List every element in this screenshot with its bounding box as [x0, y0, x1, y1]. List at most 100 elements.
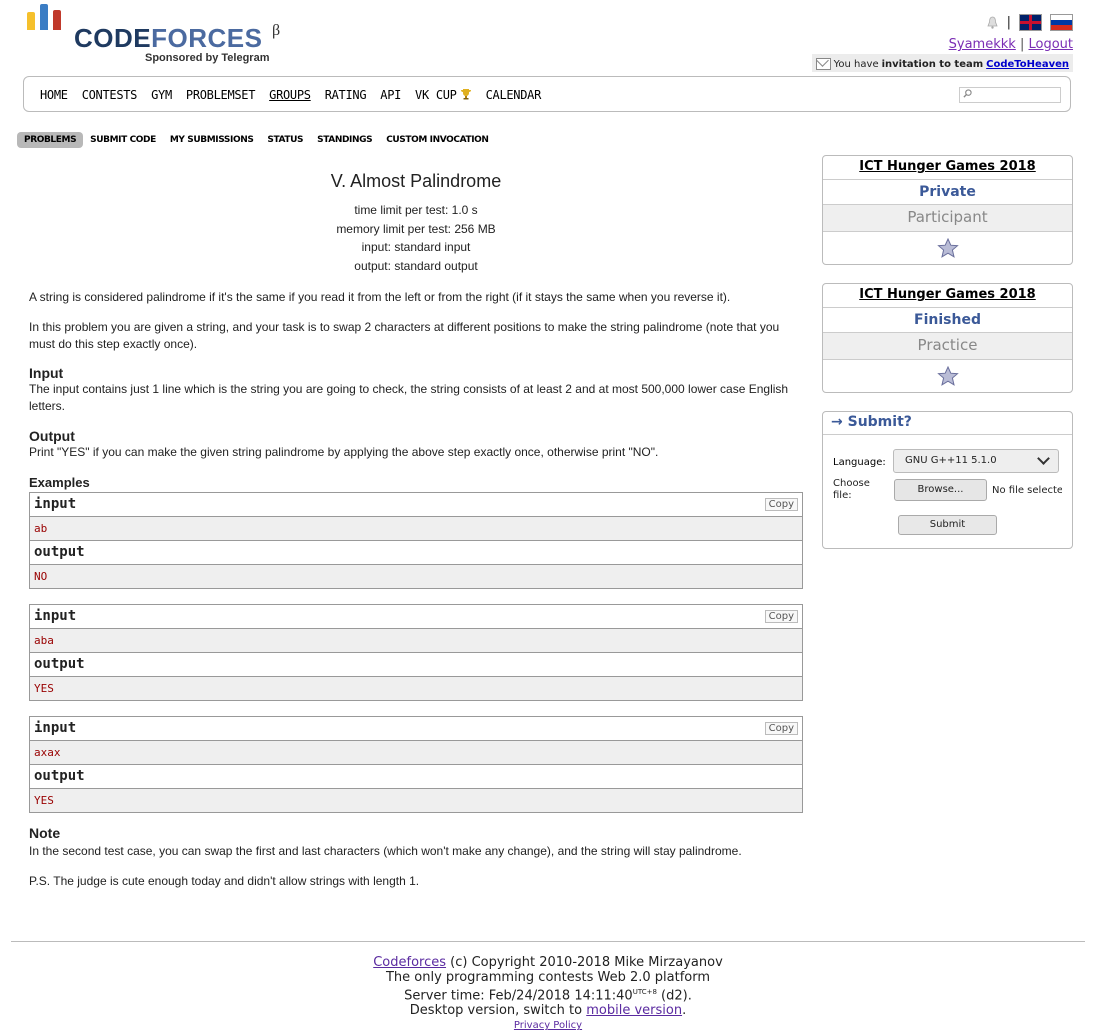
timezone: UTC+8 — [632, 988, 657, 996]
logout-link[interactable]: Logout — [1028, 37, 1073, 52]
browse-button[interactable]: Browse... — [894, 479, 987, 501]
input-section-title: Input — [29, 365, 64, 381]
example-output-value: NO — [34, 570, 48, 583]
nav-vk-cup-label: VK CUP — [415, 88, 457, 102]
search-icon — [963, 89, 972, 98]
team-invitation: You have invitation to team CodeToHeaven — [811, 54, 1073, 72]
invite-text: invitation to team — [881, 58, 984, 70]
language-select[interactable]: GNU G++11 5.1.0 — [893, 449, 1059, 473]
language-label: Language: — [833, 457, 886, 468]
user-links: Syamekkk | Logout — [949, 37, 1073, 52]
output-section-title: Output — [29, 428, 75, 444]
input-source: input: standard input — [361, 240, 471, 254]
contest-role: Participant — [823, 205, 1072, 232]
example-output-label: output — [34, 656, 85, 672]
subnav-status[interactable]: STATUS — [260, 132, 310, 148]
output-source: output: standard output — [354, 258, 478, 273]
invite-prefix: You have — [833, 58, 879, 70]
note-title: Note — [29, 825, 61, 841]
copyright-text: (c) Copyright 2010-2018 Mike Mirzayanov — [446, 955, 723, 970]
contest-info-box: ICT Hunger Games 2018 Finished Practice — [822, 283, 1073, 393]
star-icon[interactable] — [937, 366, 959, 386]
nav-contests[interactable]: CONTESTS — [82, 88, 138, 102]
username-link[interactable]: Syamekkk — [949, 37, 1016, 52]
time-limit: time limit per test: 1.0 s — [354, 203, 478, 217]
nav-calendar[interactable]: CALENDAR — [486, 88, 542, 102]
example-input-value: ab — [34, 522, 48, 535]
statement-paragraph: A string is considered palindrome if it'… — [29, 290, 731, 304]
logo-wordmark: CODEFORCES — [74, 23, 263, 53]
example-block: input Copy ab output NO — [29, 492, 803, 589]
chevron-down-icon — [1037, 452, 1050, 465]
footer-divider — [11, 941, 1085, 942]
subnav-standings[interactable]: STANDINGS — [310, 132, 379, 148]
subnav-problems[interactable]: PROBLEMS — [17, 132, 84, 148]
desktop-text: Desktop version, switch to — [409, 1003, 587, 1019]
submit-button[interactable]: Submit — [898, 515, 997, 535]
contest-status: Private — [823, 180, 1072, 205]
main-navigation: HOME CONTESTS GYM PROBLEMSET GROUPS RATI… — [23, 76, 1071, 112]
example-output-label: output — [34, 544, 85, 560]
notification-bell-icon[interactable] — [986, 16, 999, 29]
example-output-label: output — [34, 768, 85, 784]
example-output-value: YES — [34, 794, 54, 807]
beta-mark: β — [272, 22, 281, 39]
copy-button[interactable]: Copy — [764, 610, 798, 623]
contest-status: Finished — [823, 308, 1072, 333]
contest-info-box: ICT Hunger Games 2018 Private Participan… — [822, 155, 1073, 265]
problem-subnav: PROBLEMS SUBMIT CODE MY SUBMISSIONS STAT… — [17, 132, 496, 148]
star-icon[interactable] — [937, 238, 959, 258]
copy-button[interactable]: Copy — [764, 498, 798, 511]
english-flag-icon[interactable] — [1019, 14, 1042, 31]
favourite-row — [823, 360, 1072, 392]
note-paragraph: P.S. The judge is cute enough today and … — [29, 874, 420, 888]
subnav-custom-invocation[interactable]: CUSTOM INVOCATION — [379, 132, 495, 148]
envelope-icon — [815, 58, 831, 70]
mobile-version-link[interactable]: mobile version — [586, 1003, 682, 1018]
favourite-row — [823, 232, 1072, 264]
statement-paragraph: In this problem you are given a string, … — [29, 320, 780, 351]
example-input-label: input — [34, 608, 77, 624]
copy-button[interactable]: Copy — [764, 722, 798, 735]
memory-limit: memory limit per test: 256 MB — [336, 221, 496, 236]
sponsor-text: Sponsored by Telegram — [145, 52, 270, 64]
codeforces-logo[interactable]: CODEFORCES β Sponsored by Telegram — [27, 4, 287, 68]
problem-title: V. Almost Palindrome — [330, 171, 502, 191]
language-value: GNU G++11 5.1.0 — [905, 455, 997, 466]
search-input[interactable] — [959, 87, 1061, 103]
examples-title: Examples — [29, 475, 90, 490]
footer: Codeforces (c) Copyright 2010-2018 Mike … — [0, 955, 1096, 1033]
example-input-value: axax — [34, 746, 61, 759]
desktop-suffix: . — [682, 1003, 687, 1019]
problem-limits: time limit per test: 1.0 s memory limit … — [29, 201, 803, 275]
output-spec: Print "YES" if you can make the given st… — [29, 445, 659, 459]
contest-role: Practice — [823, 333, 1072, 360]
example-block: input Copy aba output YES — [29, 604, 803, 701]
subnav-my-submissions[interactable]: MY SUBMISSIONS — [163, 132, 261, 148]
privacy-policy-link[interactable]: Privacy Policy — [514, 1020, 582, 1031]
nav-api[interactable]: API — [380, 88, 401, 102]
nav-home[interactable]: HOME — [40, 88, 68, 102]
nav-gym[interactable]: GYM — [151, 88, 172, 102]
contest-name-link[interactable]: ICT Hunger Games 2018 — [823, 284, 1072, 308]
example-input-value: aba — [34, 634, 54, 647]
nav-groups[interactable]: GROUPS — [269, 88, 311, 102]
problem-statement: V. Almost Palindrome time limit per test… — [29, 166, 803, 890]
contest-name-link[interactable]: ICT Hunger Games 2018 — [823, 156, 1072, 180]
team-link[interactable]: CodeToHeaven — [986, 59, 1069, 70]
nav-rating[interactable]: RATING — [325, 88, 367, 102]
server-time: Server time: Feb/24/2018 14:11:40 — [404, 988, 633, 1004]
separator: | — [1019, 37, 1025, 52]
separator: | — [1006, 15, 1011, 30]
example-input-label: input — [34, 496, 77, 512]
russian-flag-icon[interactable] — [1050, 14, 1073, 31]
example-block: input Copy axax output YES — [29, 716, 803, 813]
note-paragraph: In the second test case, you can swap th… — [29, 844, 742, 858]
codeforces-link[interactable]: Codeforces — [373, 955, 446, 970]
subnav-submit-code[interactable]: SUBMIT CODE — [83, 132, 163, 148]
submit-box-header[interactable]: → Submit? — [823, 412, 1072, 435]
example-output-value: YES — [34, 682, 54, 695]
nav-problemset[interactable]: PROBLEMSET — [186, 88, 256, 102]
nav-vk-cup[interactable]: VK CUP — [415, 88, 472, 102]
choose-file-label: Choose file: — [833, 478, 870, 501]
